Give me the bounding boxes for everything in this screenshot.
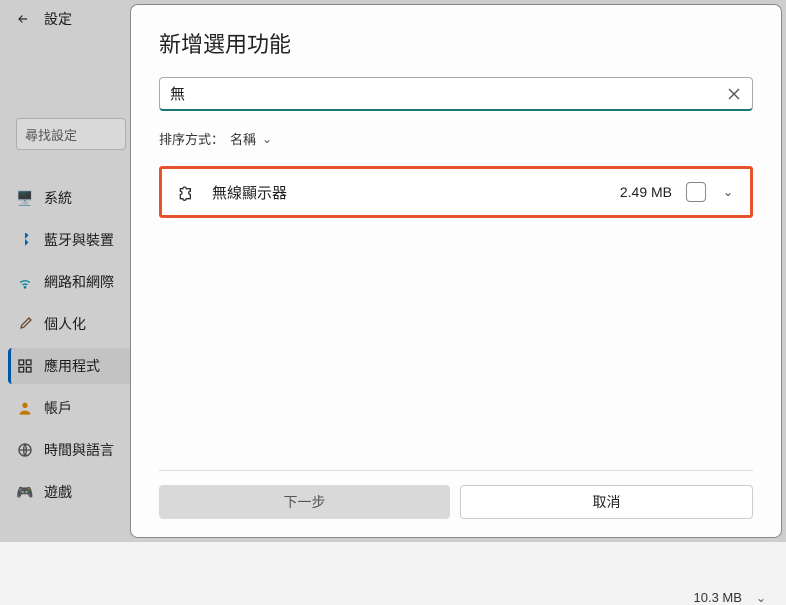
feature-checkbox[interactable]	[686, 182, 706, 202]
search-wrap	[159, 77, 753, 111]
modal-overlay: 新增選用功能 排序方式： 名稱 ⌄ 無線顯示器 2.49 MB	[0, 0, 786, 542]
dialog-title: 新增選用功能	[159, 27, 753, 59]
chevron-down-icon[interactable]: ⌄	[720, 185, 736, 199]
dialog-footer: 下一步 取消	[159, 471, 753, 519]
chevron-down-icon: ⌄	[756, 591, 766, 605]
sort-value: 名稱	[230, 129, 256, 148]
feature-search-input[interactable]	[159, 77, 753, 111]
feature-size: 2.49 MB	[620, 184, 672, 200]
sort-control[interactable]: 排序方式： 名稱 ⌄	[159, 129, 753, 148]
next-button[interactable]: 下一步	[159, 485, 450, 519]
feature-item-wireless-display[interactable]: 無線顯示器 2.49 MB ⌄	[159, 166, 753, 218]
chevron-down-icon: ⌄	[262, 132, 272, 146]
feature-name: 無線顯示器	[212, 182, 606, 203]
cancel-button[interactable]: 取消	[460, 485, 753, 519]
add-optional-feature-dialog: 新增選用功能 排序方式： 名稱 ⌄ 無線顯示器 2.49 MB	[130, 4, 782, 538]
puzzle-icon	[176, 181, 198, 203]
feature-list: 無線顯示器 2.49 MB ⌄	[159, 166, 753, 471]
sort-label: 排序方式：	[159, 129, 224, 148]
feature-size: 10.3 MB	[694, 590, 742, 605]
clear-search-button[interactable]	[723, 83, 745, 105]
feature-row[interactable]: 10.3 MB ⌄	[694, 590, 766, 605]
